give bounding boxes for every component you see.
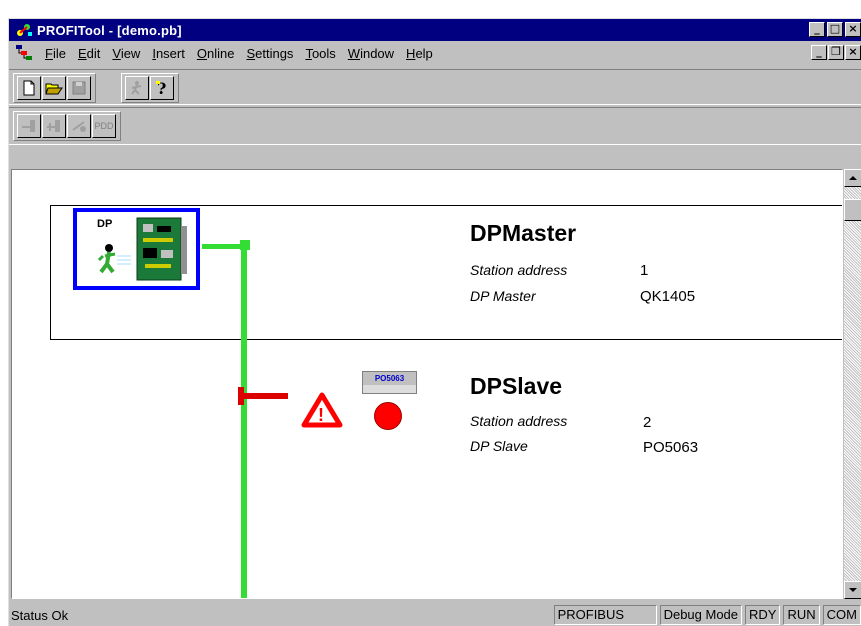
maximize-button[interactable]: □ (827, 22, 843, 37)
menu-online[interactable]: Online (191, 46, 241, 61)
master-title: DPMaster (470, 220, 577, 246)
new-file-button[interactable] (17, 76, 41, 100)
mdi-restore-button[interactable]: ❐ (828, 45, 844, 60)
svg-text:!: ! (318, 405, 324, 425)
menu-tools[interactable]: Tools (299, 46, 341, 61)
link-button[interactable] (67, 114, 91, 138)
scroll-up-icon (849, 176, 857, 180)
help-icon: ? (156, 79, 166, 97)
open-button[interactable] (42, 76, 66, 100)
slave-title: DPSlave (470, 373, 563, 399)
scroll-up-button[interactable] (844, 169, 861, 187)
title-bar[interactable]: PROFITool - [demo.pb] _ □ × (9, 19, 861, 41)
menu-help[interactable]: Help (400, 46, 439, 61)
slave-type-value: PO5063 (643, 439, 699, 456)
slave-device-chip[interactable]: PO5063 (362, 371, 417, 394)
slave-address-value: 2 (643, 414, 652, 431)
app-icon (15, 22, 33, 38)
help-button[interactable]: ? (150, 76, 174, 100)
master-bus-connector (202, 244, 244, 249)
dp-master-icon[interactable]: DP (73, 208, 200, 290)
standard-toolbar: ? (9, 69, 861, 105)
status-panel-com: COM (822, 605, 861, 625)
slave-address-label: Station address (470, 413, 568, 429)
save-icon (72, 81, 86, 95)
status-bar: Status Ok PROFIBUS Debug Mode RDY RUN CO… (9, 603, 861, 626)
menu-edit[interactable]: Edit (72, 46, 106, 61)
menu-file[interactable]: File (39, 46, 72, 61)
slave-bus-connector (238, 393, 288, 399)
master-type-value: QK1405 (640, 288, 696, 305)
save-button[interactable] (67, 76, 91, 100)
master-address-label: Station address (470, 262, 568, 278)
tools-button-group: ? (121, 73, 179, 103)
network-view[interactable]: DP DPMaster Station address 1 DP Master … (11, 169, 843, 599)
minimize-button[interactable]: _ (809, 22, 825, 37)
scroll-down-button[interactable] (844, 581, 861, 599)
status-panel-profibus: PROFIBUS (553, 605, 657, 625)
error-status-indicator (374, 402, 402, 430)
document-icon[interactable] (15, 44, 35, 62)
status-panel-debug-mode: Debug Mode (659, 605, 743, 625)
open-folder-icon (45, 83, 63, 95)
status-panel-run: RUN (783, 605, 820, 625)
menu-window[interactable]: Window (342, 46, 400, 61)
file-button-group (13, 73, 96, 103)
warning-icon[interactable]: ! (301, 392, 343, 428)
menu-bar: File Edit View Insert Online Settings To… (9, 41, 861, 65)
menu-view[interactable]: View (106, 46, 146, 61)
profibus-line[interactable] (241, 246, 247, 598)
run-icon (131, 81, 142, 95)
mdi-close-button[interactable]: × (845, 45, 861, 60)
pdd-button[interactable]: PDD (92, 114, 116, 138)
new-file-icon (23, 80, 35, 96)
close-button[interactable]: × (845, 22, 861, 37)
slave-chip-label: PO5063 (374, 374, 405, 383)
scroll-down-icon (849, 588, 857, 592)
menu-insert[interactable]: Insert (146, 46, 191, 61)
add-master-button[interactable] (17, 114, 41, 138)
link-icon (72, 121, 86, 132)
status-text: Status Ok (11, 607, 69, 623)
master-type-label: DP Master (470, 288, 536, 304)
network-toolbar: PDD (9, 107, 861, 145)
master-address-value: 1 (640, 262, 649, 279)
slave-bus-tap (238, 387, 244, 405)
scroll-thumb[interactable] (844, 199, 861, 221)
status-panel-rdy: RDY (745, 605, 781, 625)
run-button[interactable] (125, 76, 149, 100)
add-slave-button[interactable] (42, 114, 66, 138)
add-master-icon (22, 120, 35, 132)
vertical-scrollbar[interactable] (844, 169, 861, 599)
pdd-label: PDD (94, 121, 114, 131)
network-button-group: PDD (13, 111, 121, 141)
window-title: PROFITool - [demo.pb] (37, 22, 182, 38)
slave-type-label: DP Slave (470, 438, 528, 454)
menu-settings[interactable]: Settings (240, 46, 299, 61)
add-slave-icon (47, 120, 60, 132)
profitool-window: PROFITool - [demo.pb] _ □ × File Edit Vi… (8, 18, 861, 626)
mdi-minimize-button[interactable]: _ (811, 45, 827, 60)
